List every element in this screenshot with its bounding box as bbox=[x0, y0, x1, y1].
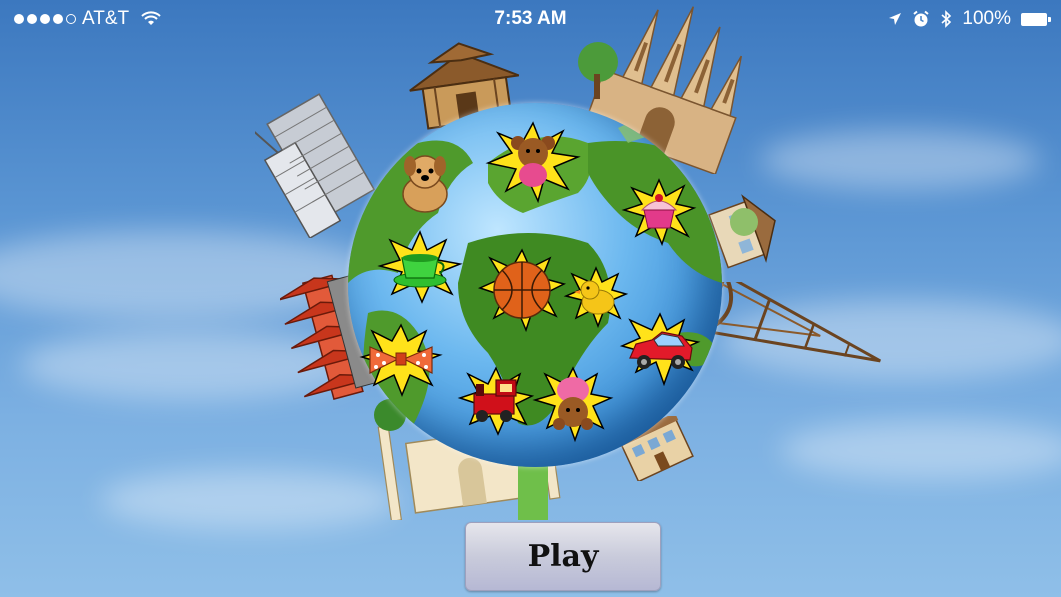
puppy-icon[interactable] bbox=[398, 150, 452, 219]
cupcake-icon[interactable] bbox=[621, 178, 697, 249]
location-arrow-icon bbox=[889, 13, 902, 25]
teacup-icon[interactable] bbox=[377, 230, 463, 307]
status-bar: AT&T 7:53 AM 100% bbox=[0, 0, 1061, 38]
bluetooth-icon bbox=[941, 10, 952, 28]
play-button[interactable]: Play bbox=[465, 522, 661, 591]
battery-icon bbox=[1021, 12, 1051, 26]
bow-tie-icon[interactable] bbox=[359, 323, 443, 400]
battery-percent-label: 100% bbox=[962, 8, 1011, 29]
teddy-bear-brown-icon[interactable] bbox=[485, 121, 581, 206]
toy-car-icon[interactable] bbox=[619, 312, 701, 389]
eiffel-tower-icon bbox=[702, 282, 881, 363]
alarm-icon bbox=[913, 10, 930, 27]
teddy-bear-pink-icon[interactable] bbox=[532, 366, 614, 445]
status-right: 100% bbox=[888, 8, 1051, 30]
game-screen: AT&T 7:53 AM 100% Play bbox=[0, 0, 1061, 597]
world-scene bbox=[0, 0, 1061, 597]
rubber-duck-icon[interactable] bbox=[563, 266, 629, 331]
toy-train-icon[interactable] bbox=[457, 366, 535, 439]
basketball-icon[interactable] bbox=[477, 248, 567, 335]
